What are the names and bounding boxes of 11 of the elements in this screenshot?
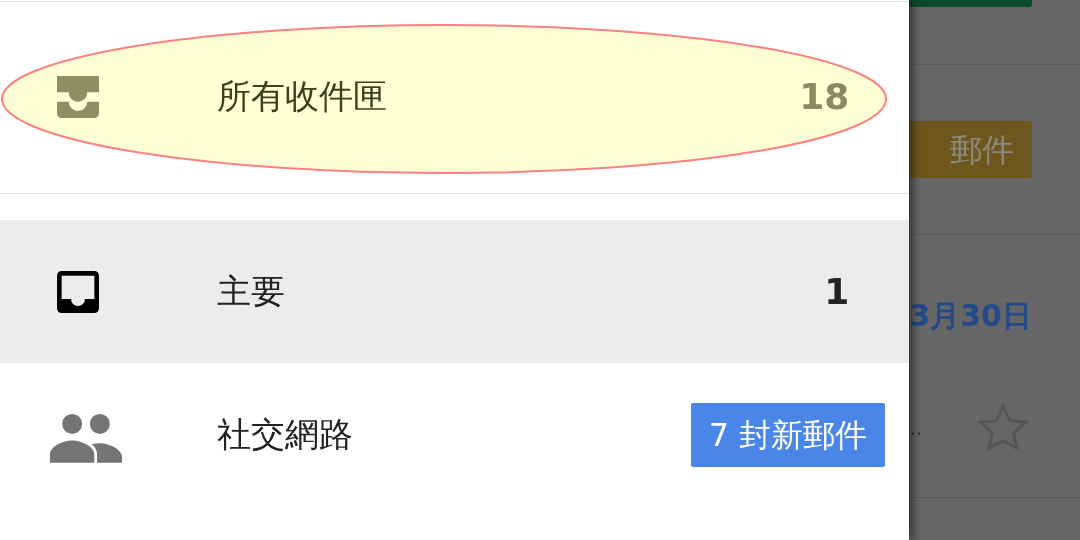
mail-snippet: .. [909,418,923,438]
item-label: 主要 [217,270,285,313]
item-label: 社交網路 [217,413,353,456]
unread-count: 18 [799,74,850,119]
unread-count: 1 [824,269,850,314]
item-label: 所有收件匣 [217,75,387,118]
new-mail-badge: 7 封新郵件 [690,402,886,467]
drawer-item[interactable]: 社交網路 7 封新郵件 [0,363,910,506]
mail-date: 3月30日 [909,297,1032,335]
mail-label-tag: 郵件 [909,121,1032,178]
drawer-item[interactable]: 主要 1 [0,220,910,363]
